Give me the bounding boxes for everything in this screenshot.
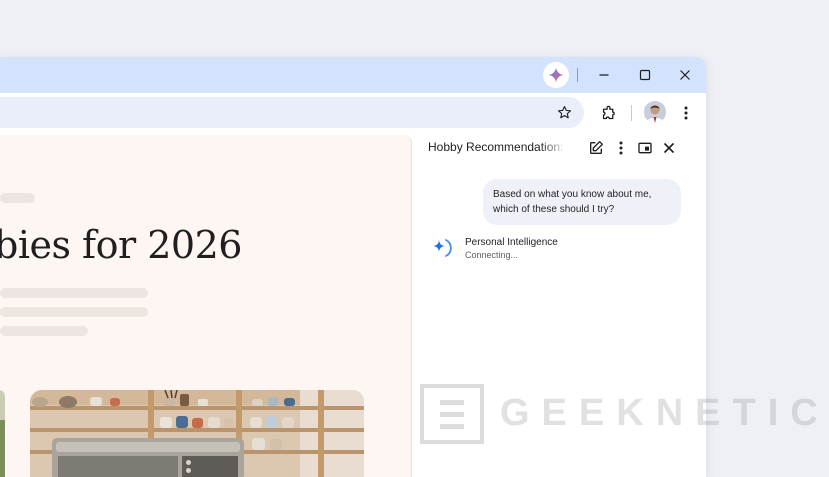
text-placeholder: [0, 307, 148, 317]
text-placeholder: [0, 288, 148, 298]
close-panel-button[interactable]: [659, 138, 679, 158]
close-icon: [680, 70, 690, 80]
bookmark-button[interactable]: [553, 101, 575, 123]
hobby-photo-pottery[interactable]: [30, 390, 364, 477]
maximize-button[interactable]: [633, 63, 657, 87]
page-headline: bies for 2026: [0, 223, 242, 267]
extensions-icon: [602, 105, 615, 119]
hobby-photo-left[interactable]: [0, 390, 5, 477]
avatar-image: [644, 101, 666, 123]
gemini-button[interactable]: [543, 62, 569, 88]
close-window-button[interactable]: [673, 63, 697, 87]
browser-menu-button[interactable]: [674, 101, 698, 125]
text-placeholder: [0, 326, 88, 336]
edit-icon: [590, 141, 603, 154]
minimize-button[interactable]: [592, 63, 616, 87]
title-bar: [0, 57, 706, 93]
user-message-bubble: Based on what you know about me, which o…: [483, 179, 681, 225]
more-vert-icon: [619, 141, 623, 155]
panel-title: Hobby Recommendation: Ba: [428, 140, 568, 154]
pottery-shelf-photo: [30, 390, 364, 477]
extensions-button[interactable]: [596, 101, 620, 125]
assistant-status: Connecting...: [465, 250, 519, 260]
gemini-icon: [548, 67, 564, 83]
toolbar-separator: [631, 105, 632, 121]
web-content: bies for 2026: [0, 135, 412, 477]
text-placeholder: [0, 193, 35, 203]
star-icon: [557, 105, 571, 118]
minimize-icon: [599, 74, 609, 76]
open-in-tab-button[interactable]: [635, 138, 655, 158]
plant-photo: [0, 390, 5, 477]
watermark-logo: [420, 384, 484, 444]
watermark-text: GEEKNETIC: [500, 392, 829, 434]
avatar[interactable]: [644, 101, 666, 123]
assistant-name: Personal Intelligence: [465, 237, 558, 248]
spark-loading-icon: [433, 239, 452, 257]
titlebar-separator: [577, 68, 578, 82]
close-icon: [663, 142, 675, 154]
more-vert-icon: [684, 106, 688, 120]
maximize-icon: [639, 69, 651, 81]
open-in-tab-icon: [638, 142, 652, 154]
toolbar: [0, 93, 706, 133]
new-chat-button[interactable]: [586, 138, 606, 158]
address-bar[interactable]: [0, 97, 584, 128]
panel-menu-button[interactable]: [611, 138, 631, 158]
